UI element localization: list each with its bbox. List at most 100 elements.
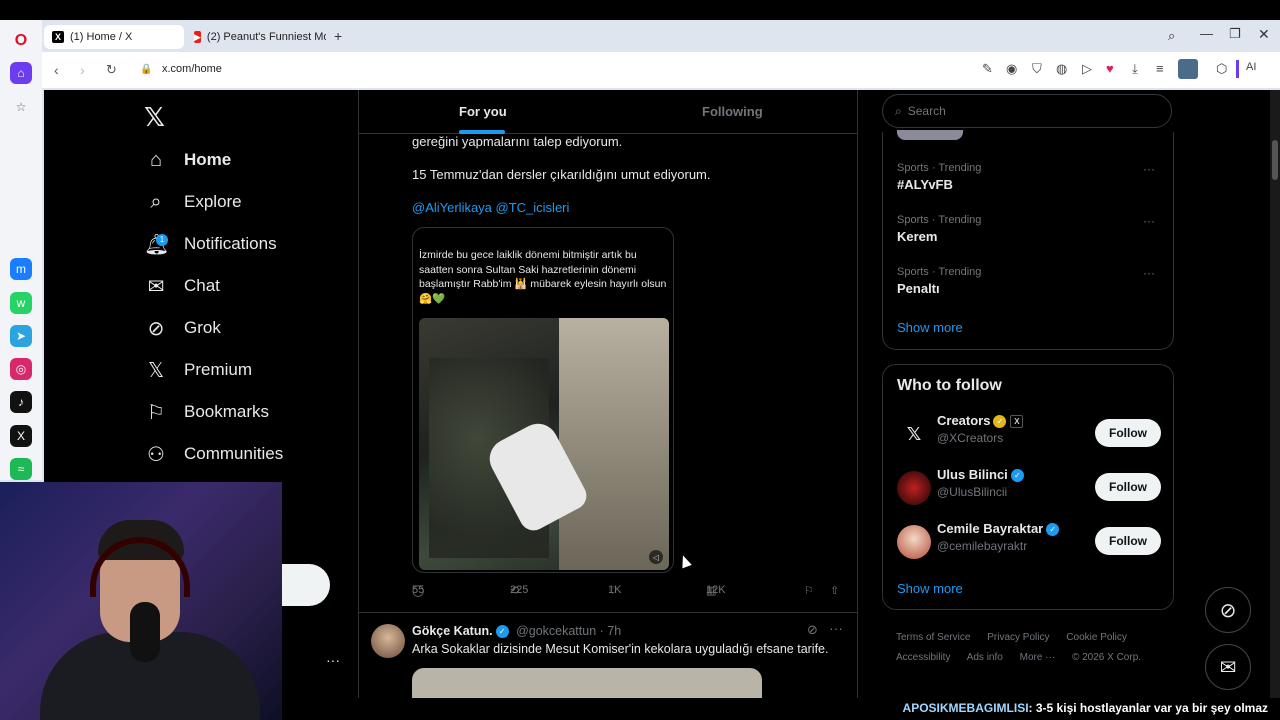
follow-button[interactable]: Follow (1095, 419, 1161, 447)
footer-tos[interactable]: Terms of Service (896, 632, 970, 643)
right-sidebar: ⌕ Search Sports · Trending #ALYvFB ··· S… (882, 90, 1174, 720)
suggestion-name[interactable]: Ulus Bilinci ✓ (937, 467, 1024, 483)
reload-icon[interactable]: ↻ (106, 62, 117, 78)
show-more-link[interactable]: Show more (897, 581, 963, 596)
x-logo-icon[interactable]: 𝕏 (144, 102, 165, 133)
quoted-post[interactable]: İzmirde bu gece laiklik dönemi bitmiştir… (412, 227, 674, 573)
play-icon[interactable]: ▷ (1082, 61, 1092, 77)
verified-icon: ✓ (495, 625, 509, 639)
search-placeholder: Search (907, 104, 946, 118)
trends-panel: Sports · Trending #ALYvFB ··· Sports · T… (882, 130, 1174, 350)
box-icon[interactable]: ⬡ (1216, 61, 1227, 77)
menu-icon[interactable]: ≡ (1156, 61, 1164, 76)
nav-home[interactable]: ⌂ Home (144, 142, 231, 178)
spotify-icon[interactable]: ≈ (10, 458, 32, 480)
chat-fab-icon[interactable]: ✉ (1205, 644, 1251, 690)
forward-icon[interactable]: › (80, 62, 85, 78)
star-icon[interactable]: ☆ (10, 96, 32, 118)
post-more-icon[interactable]: ··· (829, 620, 843, 636)
nav-label: Home (184, 150, 232, 169)
author-handle[interactable]: @gokcekattun (516, 624, 596, 638)
footer-copyright: © 2026 X Corp. (1071, 652, 1142, 663)
tab-for-you[interactable]: For you (459, 104, 507, 119)
tab-label: (2) Peanut's Funniest Mon (206, 31, 326, 43)
trend-more-icon[interactable]: ··· (1143, 266, 1155, 280)
nav-explore[interactable]: ⌕ Explore (144, 184, 241, 220)
opera-logo-icon[interactable]: O (10, 30, 32, 52)
footer-accessibility[interactable]: Accessibility (896, 652, 950, 663)
camera-icon[interactable]: ◉ (1006, 61, 1017, 77)
trend-more-icon[interactable]: ··· (1143, 214, 1155, 228)
post-header: Gökçe Katun. ✓ @gokcekattun · 7h (412, 624, 622, 639)
post-button[interactable] (274, 564, 330, 606)
grok-post-icon[interactable]: ⊘ (807, 622, 818, 638)
scrollbar-thumb[interactable] (1272, 140, 1278, 180)
nav-bookmarks[interactable]: ⚐ Bookmarks (144, 394, 269, 430)
nav-grok[interactable]: ⊘ Grok (144, 310, 221, 346)
trend-item[interactable]: Sports · Trending #ALYvFB ··· (897, 162, 1161, 192)
tab-home-x[interactable]: X (1) Home / X (44, 25, 184, 49)
quoted-post-text: İzmirde bu gece laiklik dönemi bitmiştir… (419, 249, 667, 305)
download-icon[interactable]: ⤓ (1132, 61, 1138, 77)
nav-notifications[interactable]: 🔔︎ 1 Notifications (144, 226, 277, 262)
footer-cookie[interactable]: Cookie Policy (1066, 632, 1127, 643)
trend-item[interactable]: Sports · Trending Penaltı ··· (897, 266, 1161, 296)
verified-icon: ✓ (993, 415, 1007, 429)
trend-meta: Sports · Trending (897, 266, 982, 278)
home-icon: ⌂ (149, 148, 163, 171)
close-window-icon[interactable]: ✕ (1258, 26, 1270, 43)
instagram-icon[interactable]: ◎ (10, 358, 32, 380)
new-tab-icon[interactable]: + (334, 28, 342, 44)
tiktok-icon[interactable]: ♪ (10, 391, 32, 413)
heart-icon[interactable]: ♥ (1106, 61, 1114, 76)
repost-count: 225 (510, 584, 529, 596)
search-input[interactable]: ⌕ Search (882, 94, 1172, 128)
profile-avatar[interactable] (1178, 59, 1198, 79)
trend-more-icon[interactable]: ··· (1143, 162, 1155, 176)
search-tabs-icon[interactable]: ⌕ (1168, 28, 1175, 44)
grok-fab-icon[interactable]: ⊘ (1205, 587, 1251, 633)
edit-icon[interactable]: ✎ (982, 61, 993, 77)
show-more-link[interactable]: Show more (897, 320, 963, 335)
footer-ads[interactable]: Ads info (967, 652, 1003, 663)
follow-button[interactable]: Follow (1095, 473, 1161, 501)
avatar[interactable] (897, 471, 931, 505)
vpn-icon[interactable]: ◍ (1056, 61, 1067, 77)
maximize-icon[interactable]: ❐ (1229, 26, 1241, 42)
author-name[interactable]: Gökçe Katun. (412, 624, 493, 638)
tab-strip: X (1) Home / X ▶ (2) Peanut's Funniest M… (42, 20, 1280, 52)
x-app-icon[interactable]: X (10, 425, 32, 447)
nav-communities[interactable]: ⚇ Communities (144, 436, 283, 472)
footer-more[interactable]: More ··· (1020, 652, 1056, 663)
bookmark-icon: ⚐ (147, 401, 165, 424)
trend-item[interactable]: Sports · Trending Kerem ··· (897, 214, 1161, 244)
suggestion-name[interactable]: Cemile Bayraktar ✓ (937, 521, 1060, 537)
follow-button[interactable]: Follow (1095, 527, 1161, 555)
tab-following[interactable]: Following (702, 104, 763, 119)
page-scrollbar[interactable] (1270, 90, 1280, 720)
nav-chat[interactable]: ✉ Chat (144, 268, 220, 304)
nav-premium[interactable]: 𝕏 Premium (144, 352, 252, 388)
post-mentions[interactable]: @AliYerlikaya @TC_icisleri (412, 200, 569, 215)
url-field[interactable]: x.com/home (162, 63, 222, 75)
trend-name: Penaltı (897, 281, 940, 296)
avatar[interactable]: 𝕏 (897, 417, 931, 451)
whatsapp-icon[interactable]: w (10, 292, 32, 314)
video-player[interactable]: ◁ (419, 318, 669, 570)
communities-icon: ⚇ (147, 443, 165, 466)
messenger-icon[interactable]: m (10, 258, 32, 280)
shield-icon[interactable]: ⛉ (1032, 61, 1042, 77)
avatar[interactable] (371, 624, 405, 658)
home-icon[interactable]: ⌂ (10, 62, 32, 84)
mute-icon[interactable]: ◁ (649, 550, 663, 564)
ai-button[interactable]: AI (1246, 61, 1256, 73)
minimize-icon[interactable]: — (1200, 26, 1213, 41)
back-icon[interactable]: ‹ (54, 62, 59, 78)
telegram-icon[interactable]: ➤ (10, 325, 32, 347)
footer-privacy[interactable]: Privacy Policy (987, 632, 1049, 643)
suggestion-name[interactable]: Creators ✓ X (937, 413, 1024, 429)
post-time[interactable]: · 7h (600, 624, 622, 638)
avatar[interactable] (897, 525, 931, 559)
tab-youtube[interactable]: ▶ (2) Peanut's Funniest Mon (186, 25, 326, 49)
account-menu-icon[interactable]: ··· (326, 652, 340, 668)
